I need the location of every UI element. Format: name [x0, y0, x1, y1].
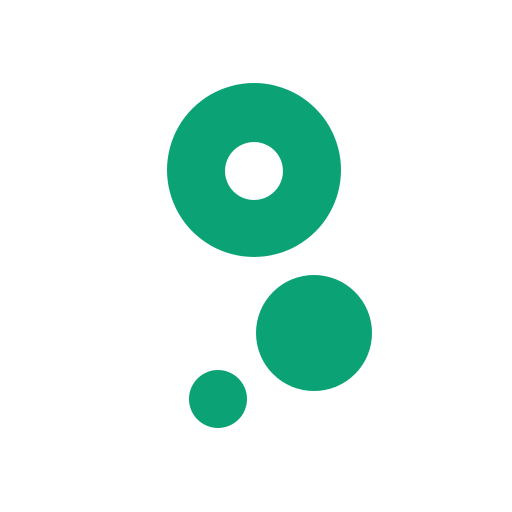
- app-icon-canvas: [0, 0, 512, 512]
- medium-bubble: [256, 275, 372, 391]
- bubbles-logo-icon: [167, 83, 372, 428]
- small-bubble: [189, 370, 247, 428]
- ring-bubble: [167, 83, 342, 257]
